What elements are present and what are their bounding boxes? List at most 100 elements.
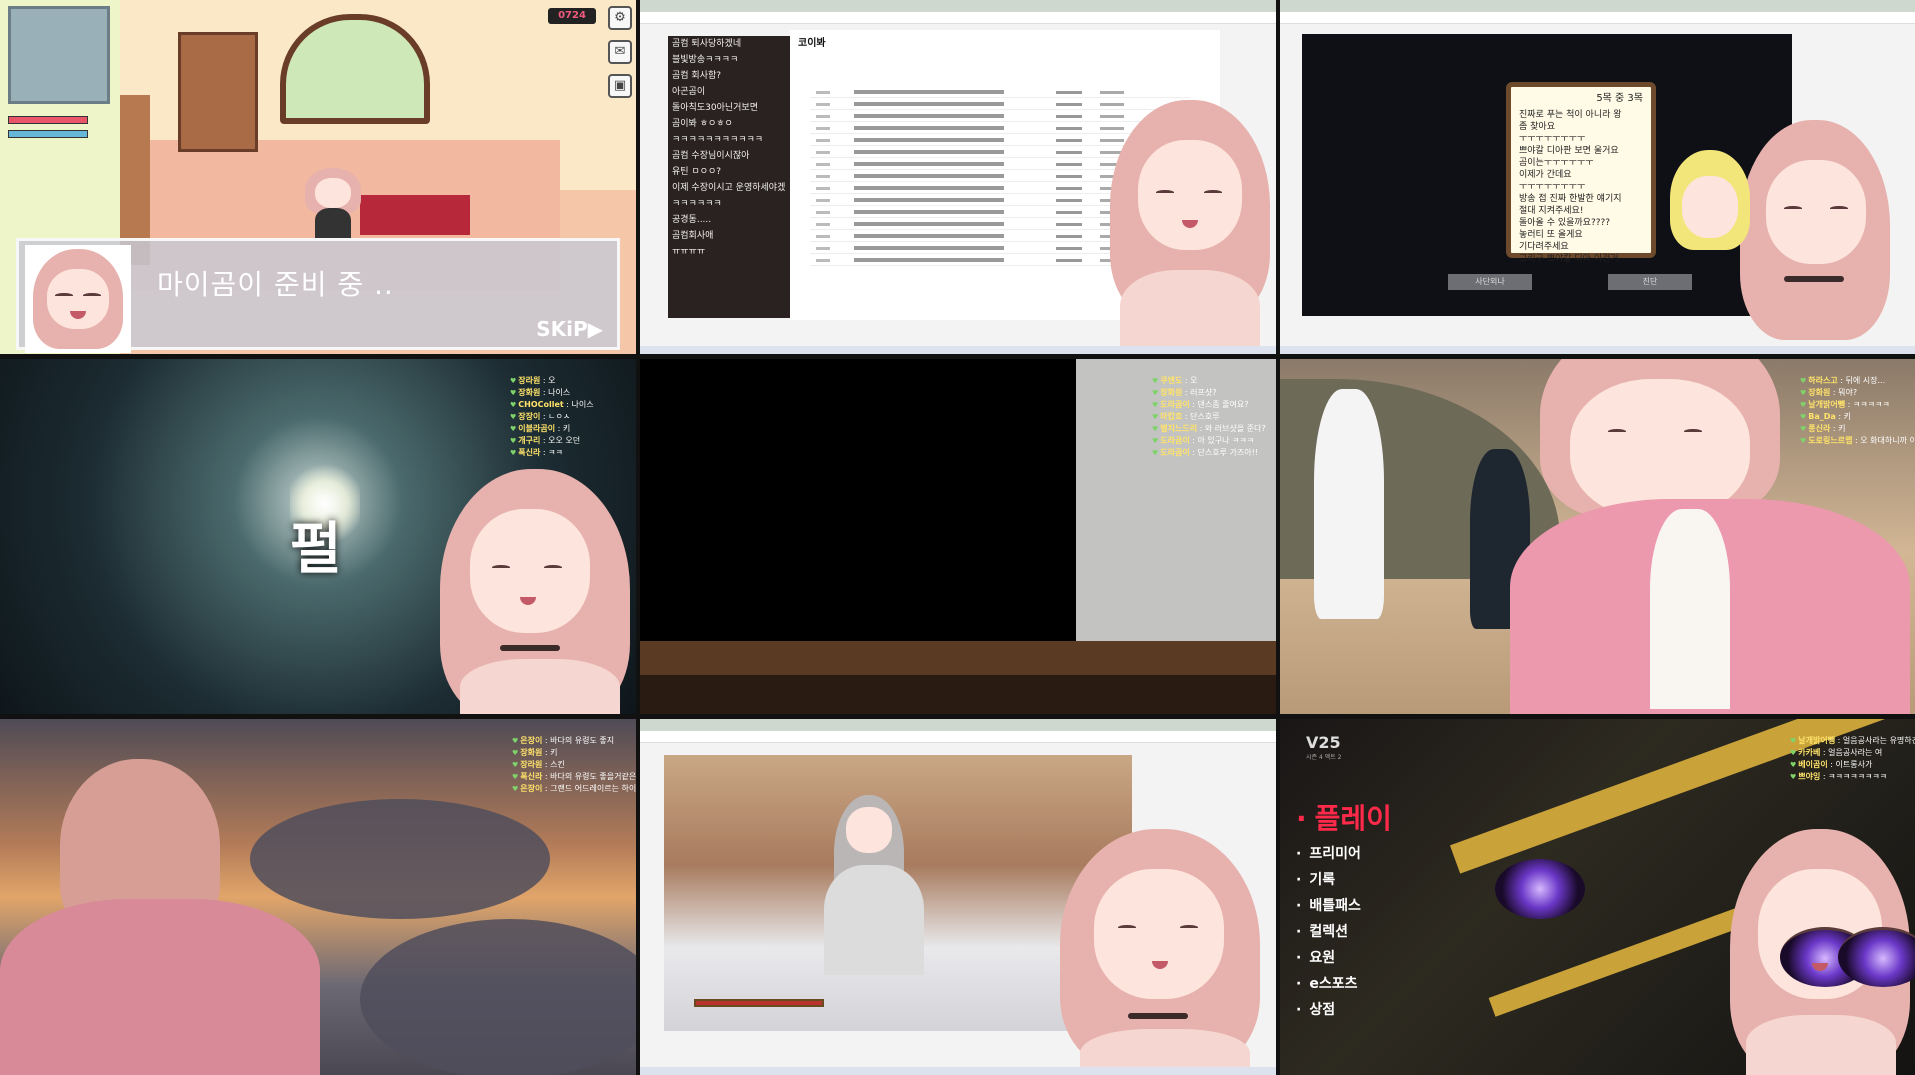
skip-button[interactable]: SKiP▶ <box>536 317 603 341</box>
bookshelf <box>178 32 258 152</box>
post-num <box>816 103 830 106</box>
post-num <box>816 115 830 118</box>
chat-nick[interactable]: 도라곰이 <box>1160 436 1189 445</box>
chat-nick[interactable]: 하라스고 <box>1808 376 1837 385</box>
chat-text: 바다의 유령도 좋지 <box>550 736 615 745</box>
chat-nick[interactable]: CHOCollet <box>518 400 563 409</box>
chat-nick[interactable]: 장라원 <box>520 760 542 769</box>
post-num <box>816 175 830 178</box>
chat-nick[interactable]: 장장이 <box>518 412 540 421</box>
os-taskbar[interactable] <box>640 346 1276 354</box>
hp-bar <box>8 116 88 124</box>
chat-nick[interactable]: 마캅호 <box>1160 412 1182 421</box>
sidebar-chat-line: 아곤곰이 <box>672 87 706 97</box>
chat-nick[interactable]: 베이곰이 <box>1798 760 1827 769</box>
post-row[interactable] <box>810 110 1190 122</box>
chat-message: 날개밝어뺑 : ㅋㅋㅋㅋㅋ <box>1800 399 1915 411</box>
letter-note: 5목 중 3목 진짜로 푸는 척이 아니라 왕좀 찾아요 ㅜㅜㅜㅜㅜㅜㅜㅜ 쁘야칼 … <box>1506 82 1656 264</box>
menu-item[interactable]: 배틀패스 <box>1296 893 1392 919</box>
chat-nick[interactable]: 폭신라 <box>518 448 540 457</box>
chat-nick[interactable]: 쿠앤도 <box>1160 376 1182 385</box>
browser-tabs[interactable] <box>1280 0 1915 12</box>
chat-nick[interactable]: 쁘야잉 <box>1798 772 1820 781</box>
menu-item[interactable]: e스포츠 <box>1296 971 1392 997</box>
browser-tabs[interactable] <box>640 0 1276 12</box>
browser-tabs[interactable] <box>640 719 1276 731</box>
chat-overlay: 날개밝어뺑 : 얼음공사라는 유명하긴 해카카베 : 얼음공사라는 여베이곰이 … <box>1790 735 1915 783</box>
post-au <box>1056 163 1082 166</box>
chat-nick[interactable]: 별지느드리 <box>1160 424 1197 433</box>
chat-nick[interactable]: 도로링느르랩 <box>1808 436 1852 445</box>
chat-message: 하라스고 : 뒤에 시장... <box>1800 375 1915 387</box>
menu-item[interactable]: 컬렉션 <box>1296 919 1392 945</box>
sidebar-chat-line: 돌아칙도30아닌거보면 <box>672 103 758 113</box>
post-dt <box>1100 127 1124 130</box>
sidebar-chat-line: 곰컴 수장님이시잖아 <box>672 151 750 161</box>
chat-text: 뭐야? <box>1838 388 1858 397</box>
note-line: 기다려주세요 <box>1519 242 1569 252</box>
chat-nick[interactable]: 카카베 <box>1798 748 1820 757</box>
chat-nick[interactable]: 은장이 <box>520 784 542 793</box>
chat-text: 바다의 유령도 좋을거같은데 <box>550 772 636 781</box>
browser-address-bar[interactable] <box>640 12 1276 24</box>
post-ttl <box>854 186 1004 190</box>
chat-text: ㅋㅋㅋㅋㅋㅋㅋㅋ <box>1828 772 1888 781</box>
chat-nick[interactable]: 도라곰이 <box>1160 448 1189 457</box>
chat-text: 와 러브샷을 준다? <box>1204 424 1266 433</box>
settings-gear-icon[interactable]: ⚙ <box>608 6 632 30</box>
mail-icon[interactable]: ✉ <box>608 40 632 64</box>
bag-icon[interactable]: ▣ <box>608 74 632 98</box>
tile-game-menu: V25 시즌 4 액트 2 플레이프리미어기록배틀패스컬렉션요원e스포츠상점 날… <box>1280 719 1915 1075</box>
chat-message: 폭신라 : 바다의 유령도 좋을거같은데 <box>512 771 636 783</box>
post-row[interactable] <box>810 98 1190 110</box>
chat-text: ㅋㅋㅋㅋㅋ <box>1852 400 1890 409</box>
post-ttl <box>854 258 1004 262</box>
chat-text: 오 <box>548 376 556 385</box>
dialog-box[interactable]: 마이곰이 준비 중 .. SKiP▶ <box>16 238 620 353</box>
chat-nick[interactable]: 퐁신라 <box>1808 424 1830 433</box>
menu-item[interactable]: 상점 <box>1296 997 1392 1023</box>
coin-counter: 0724 <box>548 8 596 24</box>
chat-nick[interactable]: 날개밝어뺑 <box>1798 736 1835 745</box>
os-taskbar[interactable] <box>1280 346 1915 354</box>
chat-nick[interactable]: 장화원 <box>518 388 540 397</box>
chat-text: 뒤에 시장... <box>1845 376 1886 385</box>
chat-nick[interactable]: Ba_Da <box>1808 412 1836 421</box>
chat-nick[interactable]: 폭신라 <box>520 772 542 781</box>
os-taskbar[interactable] <box>640 1067 1276 1075</box>
browser-address-bar[interactable] <box>1280 12 1915 24</box>
chat-nick[interactable]: 이블라곰이 <box>518 424 555 433</box>
menu-item[interactable]: 기록 <box>1296 867 1392 893</box>
post-num <box>816 127 830 130</box>
menu-item[interactable]: 플레이 <box>1296 797 1392 841</box>
post-row[interactable] <box>810 86 1190 98</box>
chat-nick[interactable]: 장화원 <box>1160 388 1182 397</box>
chat-nick[interactable]: 도라곰이 <box>1160 400 1189 409</box>
post-num <box>816 235 830 238</box>
note-right-button[interactable]: 진단 <box>1608 274 1692 290</box>
sidebar-chat-line: ㅠㅠㅠㅠ <box>672 247 706 257</box>
chat-overlay: 장라원 : 오장화원 : 나이스CHOCollet : 나이스장장이 : ㄴㅇㅅ… <box>510 375 593 459</box>
menu-item[interactable]: 프리미어 <box>1296 841 1392 867</box>
menu-item[interactable]: 요원 <box>1296 945 1392 971</box>
sidebar-chat-line: 유틴 ㅁㅇㅇ? <box>672 167 722 177</box>
tile-video-note: 5목 중 3목 진짜로 푸는 척이 아니라 왕좀 찾아요 ㅜㅜㅜㅜㅜㅜㅜㅜ 쁘야칼 … <box>1280 0 1915 354</box>
chat-message: 도라곰이 : 단스호루 가즈아!! <box>1152 447 1266 459</box>
note-left-button[interactable]: 사단외나 <box>1448 274 1532 290</box>
chat-nick[interactable]: 개구리 <box>518 436 540 445</box>
note-line: 그리구 쁘야칼 디아 이건거 <box>1519 254 1619 264</box>
note-line: ㅜㅜㅜㅜㅜㅜㅜㅜ <box>1519 182 1586 192</box>
post-au <box>1056 235 1082 238</box>
note-line: 놓러티 또 올게요 <box>1519 230 1583 240</box>
dancer-1 <box>1314 389 1384 619</box>
chat-nick[interactable]: 날개밝어뺑 <box>1808 400 1845 409</box>
chat-message: 장화원 : 러프샷? <box>1152 387 1266 399</box>
chat-nick[interactable]: 은장이 <box>520 736 542 745</box>
chat-text: 스킨 <box>550 760 565 769</box>
browser-address-bar[interactable] <box>640 731 1276 743</box>
chat-message: 별지느드리 : 와 러브샷을 준다? <box>1152 423 1266 435</box>
chat-sidebar: 곰컴 퇴사당하겠네 블빛방송ㅋㅋㅋㅋ 곰컴 회사함? 아곤곰이 돌아칙도30아닌거보면 곰… <box>668 36 790 318</box>
chat-nick[interactable]: 장라원 <box>518 376 540 385</box>
chat-nick[interactable]: 장화원 <box>1808 388 1830 397</box>
chat-nick[interactable]: 장화원 <box>520 748 542 757</box>
